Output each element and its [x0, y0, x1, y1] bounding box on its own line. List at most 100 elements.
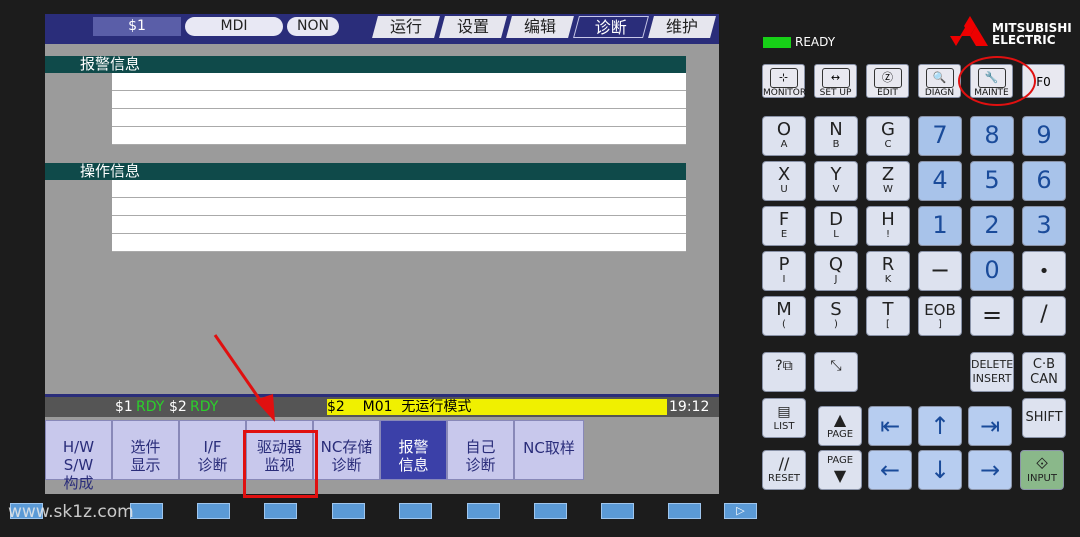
- key-z[interactable]: ZW: [866, 161, 910, 201]
- setup-key[interactable]: ↔ SET UP: [814, 64, 857, 98]
- alarm-row: [112, 91, 686, 109]
- key-h[interactable]: H!: [866, 206, 910, 246]
- reset-key[interactable]: //RESET: [762, 450, 806, 490]
- softkey-self-diagnosis[interactable]: 自己 诊断: [447, 420, 514, 480]
- key-9[interactable]: 9: [1022, 116, 1066, 156]
- tab-edit[interactable]: 编辑: [506, 16, 574, 38]
- function-key[interactable]: [197, 503, 230, 519]
- tab-setup[interactable]: 设置: [439, 16, 507, 38]
- key-x[interactable]: XU: [762, 161, 806, 201]
- status-s2: $2: [169, 399, 187, 415]
- softkey-hw-sw[interactable]: H/W S/W 构成: [45, 420, 112, 492]
- key-f[interactable]: FE: [762, 206, 806, 246]
- key-eob[interactable]: EOB]: [918, 296, 962, 336]
- key-y[interactable]: YV: [814, 161, 858, 201]
- mitsubishi-logo-icon: [950, 16, 988, 46]
- page-up-key[interactable]: ▲ PAGE: [818, 406, 862, 446]
- ready-label: READY: [795, 35, 836, 49]
- arrow-down-icon[interactable]: ↓: [918, 450, 962, 490]
- tab-run[interactable]: 运行: [372, 16, 440, 38]
- key-g[interactable]: GC: [866, 116, 910, 156]
- cb-can-key[interactable]: C·B CAN: [1022, 352, 1066, 392]
- key-6[interactable]: 6: [1022, 161, 1066, 201]
- system-switch-key[interactable]: ⤡: [814, 352, 858, 392]
- arrow-up-icon[interactable]: ↑: [918, 406, 962, 446]
- status-s1: $1: [115, 399, 133, 415]
- operation-row: [112, 216, 686, 234]
- mainte-highlight: [958, 56, 1036, 106]
- next-page-icon[interactable]: ▷: [724, 503, 757, 519]
- key-o[interactable]: OA: [762, 116, 806, 156]
- softkey-nc-memory-diagnosis[interactable]: NC存储 诊断: [313, 420, 380, 480]
- function-key[interactable]: [467, 503, 500, 519]
- arrow-left-icon[interactable]: ←: [868, 450, 912, 490]
- page-down-key[interactable]: PAGE ▼: [818, 450, 862, 490]
- key-4[interactable]: 4: [918, 161, 962, 201]
- annotation-arrow-icon: [213, 334, 275, 422]
- function-key[interactable]: [601, 503, 634, 519]
- alarm-title: 报警信息: [45, 56, 686, 73]
- operation-title: 操作信息: [45, 163, 686, 180]
- key-0[interactable]: 0: [970, 251, 1014, 291]
- key-8[interactable]: 8: [970, 116, 1014, 156]
- delete-insert-key[interactable]: DELETE INSERT: [970, 352, 1014, 392]
- key-m[interactable]: M(: [762, 296, 806, 336]
- operation-row: [112, 234, 686, 252]
- monitor-key[interactable]: ⊹ MONITOR: [762, 64, 806, 98]
- operation-row: [112, 198, 686, 216]
- softkey-if-diagnosis[interactable]: I/F 诊断: [179, 420, 246, 480]
- key-2[interactable]: 2: [970, 206, 1014, 246]
- edit-key[interactable]: Ⓩ EDIT: [866, 64, 909, 98]
- function-key[interactable]: [130, 503, 163, 519]
- softkey-nc-sampling[interactable]: NC取样: [514, 420, 584, 480]
- input-key[interactable]: ⟐ INPUT: [1020, 450, 1064, 490]
- ready-led: [763, 37, 791, 48]
- key-n[interactable]: NB: [814, 116, 858, 156]
- watermark: www.sk1z.com: [8, 502, 134, 522]
- softkey-options[interactable]: 选件 显示: [112, 420, 179, 480]
- function-key[interactable]: [668, 503, 701, 519]
- softkey-alarm-info[interactable]: 报警 信息: [380, 420, 447, 480]
- help-window-key[interactable]: ?⧉: [762, 352, 806, 392]
- status-bar: $1 RDY $2 RDY $2 M01 无运行模式 19:12: [45, 397, 719, 417]
- key-p[interactable]: PI: [762, 251, 806, 291]
- highlight-box: [243, 430, 318, 498]
- shift-key[interactable]: SHIFT: [1022, 398, 1066, 438]
- brand-name: MITSUBISHI ELECTRIC: [992, 21, 1072, 47]
- home-left-icon[interactable]: ⇤: [868, 406, 912, 446]
- tab-diagnosis[interactable]: 诊断: [573, 16, 649, 38]
- function-key[interactable]: [332, 503, 365, 519]
- alarm-row: [112, 109, 686, 127]
- key-minus[interactable]: −: [918, 251, 962, 291]
- key-7[interactable]: 7: [918, 116, 962, 156]
- key-dot[interactable]: •: [1022, 251, 1066, 291]
- key-slash[interactable]: /: [1022, 296, 1066, 336]
- key-equal[interactable]: =: [970, 296, 1014, 336]
- system-label: $1: [93, 17, 181, 36]
- key-r[interactable]: RK: [866, 251, 910, 291]
- alarm-row: [112, 127, 686, 145]
- function-key[interactable]: [264, 503, 297, 519]
- key-1[interactable]: 1: [918, 206, 962, 246]
- key-s[interactable]: S): [814, 296, 858, 336]
- status-rdy1: RDY: [136, 399, 165, 415]
- key-q[interactable]: QJ: [814, 251, 858, 291]
- operation-row: [112, 180, 686, 198]
- function-key[interactable]: [399, 503, 432, 519]
- end-right-icon[interactable]: ⇥: [968, 406, 1012, 446]
- mode-label: MDI: [185, 17, 283, 36]
- diagn-key[interactable]: 🔍 DIAGN: [918, 64, 961, 98]
- function-key[interactable]: [534, 503, 567, 519]
- arrow-right-icon[interactable]: →: [968, 450, 1012, 490]
- key-t[interactable]: T[: [866, 296, 910, 336]
- alarm-section: 报警信息: [45, 56, 686, 145]
- key-d[interactable]: DL: [814, 206, 858, 246]
- status-mode-message: $2 M01 无运行模式: [327, 399, 667, 415]
- key-5[interactable]: 5: [970, 161, 1014, 201]
- operation-section: 操作信息: [45, 163, 686, 252]
- mode2-label: NON: [287, 17, 339, 36]
- tab-maintenance[interactable]: 维护: [648, 16, 716, 38]
- key-3[interactable]: 3: [1022, 206, 1066, 246]
- list-key[interactable]: ▤ LIST: [762, 398, 806, 438]
- status-time: 19:12: [669, 399, 710, 415]
